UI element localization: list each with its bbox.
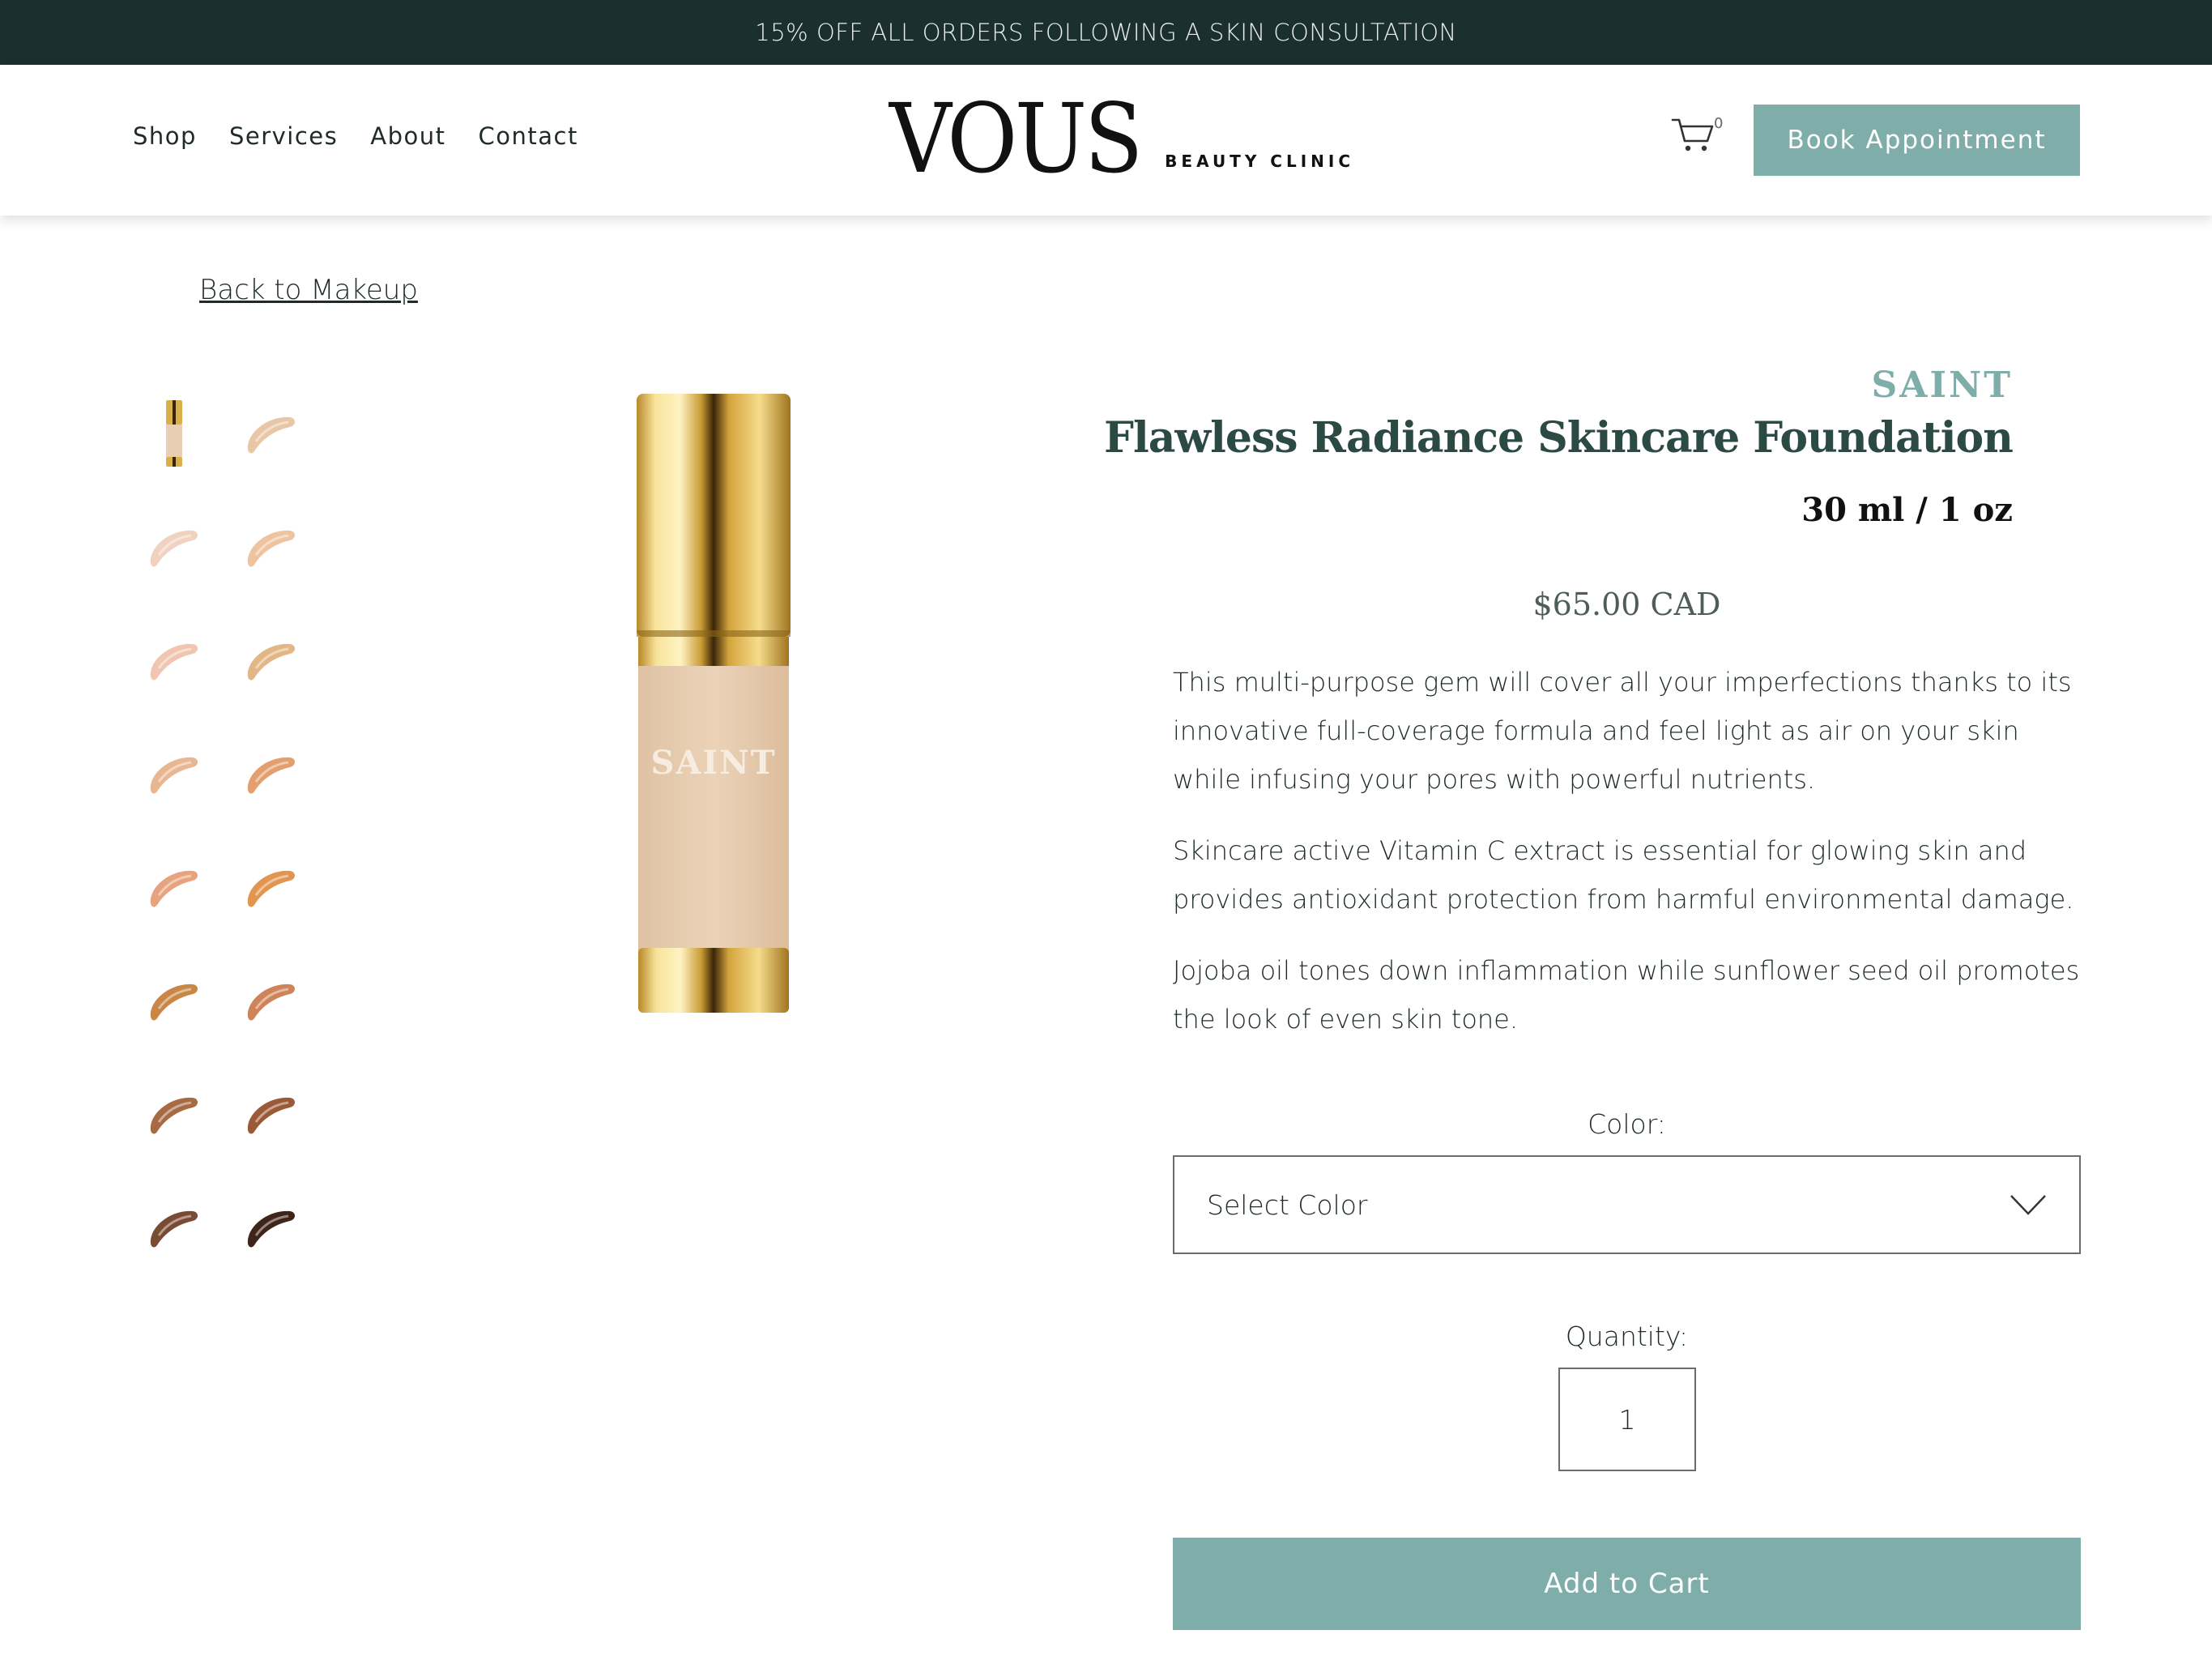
book-appointment-button[interactable]: Book Appointment — [1754, 105, 2080, 176]
thumbnail-bottle[interactable] — [142, 397, 207, 470]
description-paragraph-1: This multi-purpose gem will cover all yo… — [1173, 667, 2072, 795]
logo-wordmark: VOUS — [889, 83, 1143, 194]
swatch-icon — [150, 870, 198, 907]
swatch-icon — [247, 416, 295, 454]
logo-subtitle: BEAUTY CLINIC — [1165, 151, 1354, 171]
thumbnail-swatch[interactable] — [239, 737, 304, 810]
bottle-thumbnail-icon — [166, 400, 182, 467]
swatch-icon — [150, 643, 198, 681]
swatch-icon — [247, 643, 295, 681]
add-to-cart-button[interactable]: Add to Cart — [1173, 1538, 2081, 1630]
product-image: SAINT — [637, 394, 791, 1013]
thumbnail-swatch[interactable] — [239, 510, 304, 583]
quantity-label: Quantity: — [1565, 1321, 1689, 1352]
description-paragraph-2: Skincare active Vitamin C extract is ess… — [1173, 835, 2074, 915]
nav-contact[interactable]: Contact — [479, 122, 578, 150]
color-label: Color: — [1588, 1108, 1666, 1140]
thumbnail-swatch[interactable] — [239, 1191, 304, 1264]
description-paragraph-3: Jojoba oil tones down inflammation while… — [1173, 955, 2080, 1035]
swatch-icon — [247, 757, 295, 794]
swatch-icon — [150, 530, 198, 567]
thumbnail-swatch[interactable] — [142, 1191, 207, 1264]
main-nav: Shop Services About Contact — [133, 122, 578, 150]
product-description: This multi-purpose gem will cover all yo… — [1173, 658, 2081, 1066]
announcement-bar: 15% OFF ALL ORDERS FOLLOWING A SKIN CONS… — [0, 0, 2212, 65]
nav-shop[interactable]: Shop — [133, 122, 197, 150]
product-title: Flawless Radiance Skincare Foundation — [1104, 413, 2014, 463]
thumbnail-swatch[interactable] — [239, 964, 304, 1037]
thumbnail-swatch[interactable] — [142, 1078, 207, 1150]
thumbnail-swatch[interactable] — [239, 1078, 304, 1150]
product-size: 30 ml / 1 oz — [1801, 491, 2013, 529]
thumbnail-swatch[interactable] — [239, 397, 304, 470]
site-header: Shop Services About Contact VOUS BEAUTY … — [0, 65, 2212, 216]
thumbnail-swatch[interactable] — [142, 624, 207, 697]
cart-icon[interactable] — [1670, 115, 1715, 154]
swatch-icon — [247, 1210, 295, 1248]
swatch-icon — [247, 530, 295, 567]
swatch-icon — [247, 984, 295, 1021]
bottle-brand-label: SAINT — [651, 744, 777, 782]
nav-about[interactable]: About — [370, 122, 445, 150]
nav-services[interactable]: Services — [229, 122, 338, 150]
quantity-input[interactable]: 1 — [1558, 1368, 1696, 1471]
thumbnail-swatch[interactable] — [142, 737, 207, 810]
thumbnail-swatch[interactable] — [142, 851, 207, 924]
product-brand: SAINT — [1871, 365, 2013, 406]
swatch-icon — [247, 1097, 295, 1134]
swatch-icon — [150, 1210, 198, 1248]
thumbnail-swatch[interactable] — [239, 624, 304, 697]
cart-count: 0 — [1714, 115, 1724, 132]
thumbnail-swatch[interactable] — [239, 851, 304, 924]
chevron-down-icon — [2010, 1195, 2046, 1215]
color-select-value: Select Color — [1207, 1188, 1368, 1221]
swatch-icon — [150, 1097, 198, 1134]
thumbnail-swatch[interactable] — [142, 510, 207, 583]
swatch-icon — [150, 984, 198, 1021]
back-to-makeup-link[interactable]: Back to Makeup — [199, 274, 418, 306]
swatch-icon — [247, 870, 295, 907]
color-select[interactable]: Select Color — [1173, 1155, 2081, 1254]
swatch-icon — [150, 757, 198, 794]
site-logo[interactable]: VOUS BEAUTY CLINIC — [889, 83, 1354, 194]
product-price: $65.00 CAD — [1532, 587, 1721, 622]
thumbnail-swatch[interactable] — [142, 964, 207, 1037]
